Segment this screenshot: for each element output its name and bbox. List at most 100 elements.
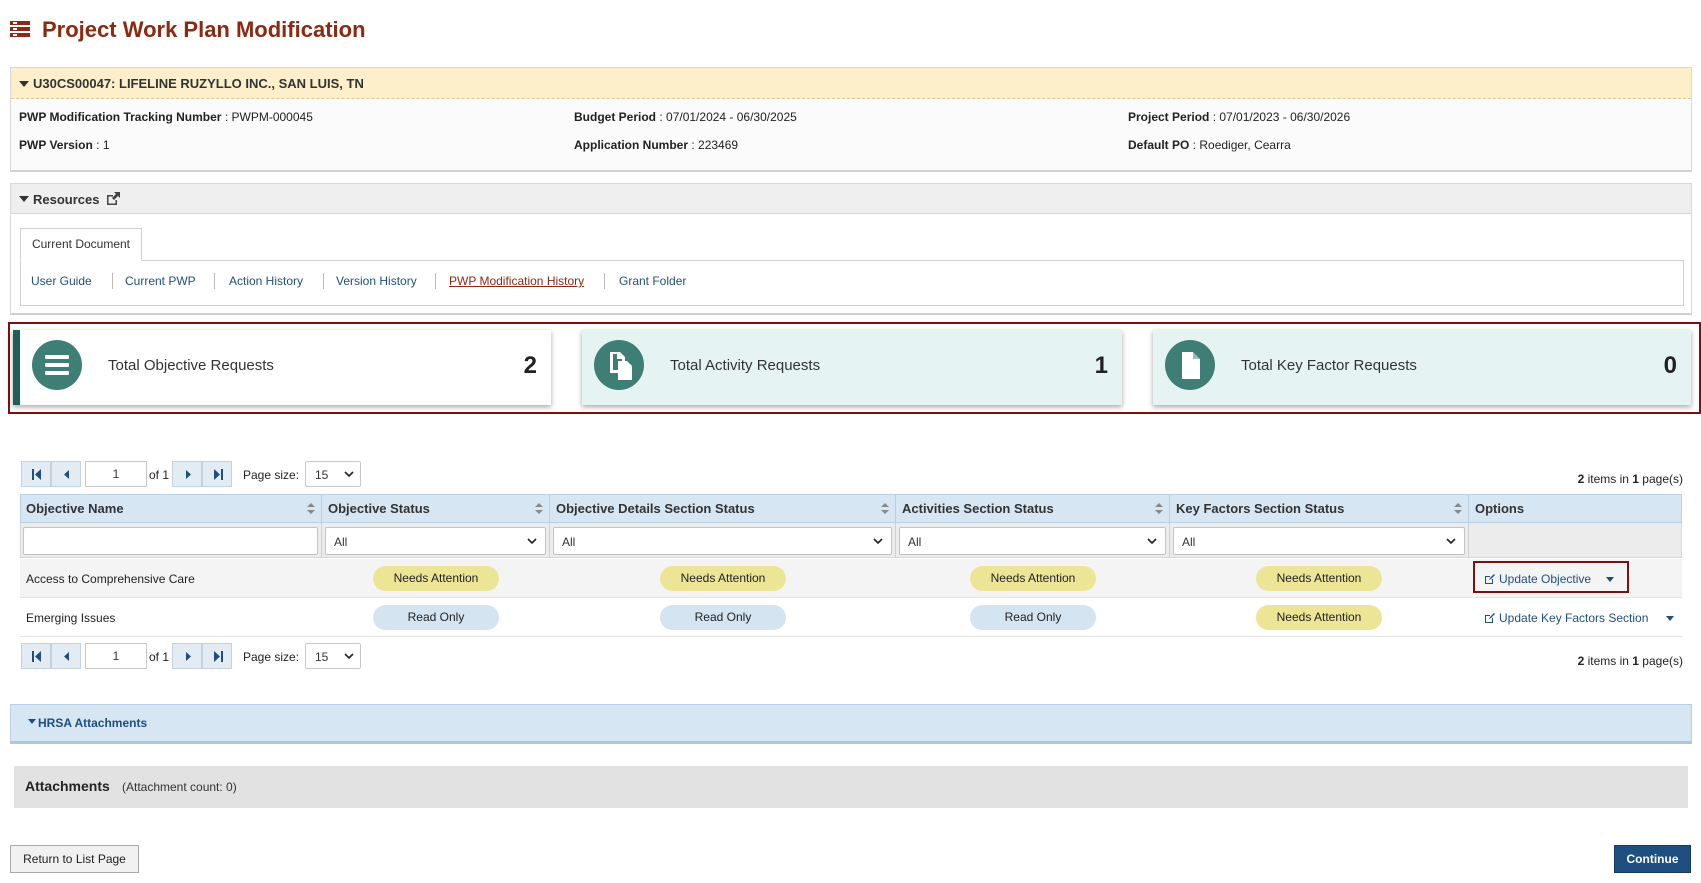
column-label: Objective Name <box>26 501 124 516</box>
page-title: Project Work Plan Modification <box>42 17 366 42</box>
chevron-down-icon <box>873 538 883 545</box>
caret-down-icon[interactable] <box>1606 577 1614 582</box>
field-sep: : <box>1209 110 1220 124</box>
list-icon <box>10 21 30 37</box>
link-divider <box>214 273 215 289</box>
return-to-list-button[interactable]: Return to List Page <box>10 845 139 873</box>
activities-status-filter[interactable]: All <box>899 527 1166 555</box>
column-objective-details-status[interactable]: Objective Details Section Status <box>550 494 896 523</box>
items-summary: 2 items in 1 page(s) <box>1578 472 1683 486</box>
filter-value: All <box>562 535 576 549</box>
card-total-key-factor-requests: Total Key Factor Requests 0 <box>1153 330 1691 405</box>
list-icon <box>32 340 82 390</box>
prev-page-button[interactable] <box>51 461 81 487</box>
card-count: 0 <box>1663 352 1677 379</box>
field-sep: : <box>92 138 103 152</box>
page-size-select[interactable]: 15 <box>305 643 361 669</box>
documents-icon <box>594 340 644 390</box>
field-value: Roediger, Cearra <box>1199 138 1291 152</box>
pages-count: 1 <box>1632 472 1639 486</box>
tab-current-document[interactable]: Current Document <box>20 228 142 261</box>
items-text: page(s) <box>1638 472 1683 486</box>
page-size-value: 15 <box>315 468 329 482</box>
prev-page-button[interactable] <box>51 643 81 669</box>
field-sep: : <box>656 110 667 124</box>
link-current-pwp[interactable]: Current PWP <box>125 274 196 288</box>
objective-status-filter[interactable]: All <box>325 527 546 555</box>
continue-button[interactable]: Continue <box>1614 845 1691 873</box>
sort-icon <box>881 503 889 514</box>
link-divider <box>323 273 324 289</box>
key-factors-status-filter[interactable]: All <box>1173 527 1465 555</box>
next-page-button[interactable] <box>172 461 202 487</box>
external-link-icon[interactable] <box>105 191 121 207</box>
grant-info-panel: U30CS00047: LIFELINE RUZYLLO INC., SAN L… <box>10 67 1692 172</box>
page-number-input[interactable]: 1 <box>85 461 147 487</box>
field-label: PWP Version <box>19 138 93 152</box>
field-pwp-version: PWP Version : 1 <box>19 138 110 152</box>
field-sep: : <box>1189 138 1200 152</box>
field-default-po: Default PO : Roediger, Cearra <box>1128 138 1291 152</box>
page-number-input[interactable]: 1 <box>85 643 147 669</box>
card-label: Total Objective Requests <box>108 357 274 374</box>
column-objective-name[interactable]: Objective Name <box>20 494 322 523</box>
grant-header[interactable]: U30CS00047: LIFELINE RUZYLLO INC., SAN L… <box>11 68 1691 99</box>
link-pwp-modification-history[interactable]: PWP Modification History <box>449 274 584 288</box>
column-label: Key Factors Section Status <box>1176 501 1345 516</box>
caret-down-icon[interactable] <box>1666 616 1674 621</box>
page-size-label: Page size: <box>243 650 300 664</box>
update-objective-button[interactable]: Update Objective <box>1484 572 1614 588</box>
last-page-button[interactable] <box>202 461 232 487</box>
filter-cell: All <box>1170 523 1469 558</box>
column-label: Activities Section Status <box>902 501 1054 516</box>
link-action-history[interactable]: Action History <box>229 274 303 288</box>
page-size-select[interactable]: 15 <box>305 461 361 487</box>
field-value: 07/01/2023 - 06/30/2026 <box>1219 110 1351 124</box>
pages-count: 1 <box>1632 654 1639 668</box>
first-page-button[interactable] <box>21 643 51 669</box>
column-activities-status[interactable]: Activities Section Status <box>896 494 1170 523</box>
column-label: Objective Details Section Status <box>556 501 755 516</box>
resources-header[interactable]: Resources <box>11 184 1691 214</box>
edit-icon <box>1485 613 1495 623</box>
last-page-button[interactable] <box>202 643 232 669</box>
field-sep: : <box>688 138 699 152</box>
filter-cell <box>20 523 322 558</box>
status-badge: Read Only <box>660 605 786 630</box>
column-key-factors-status[interactable]: Key Factors Section Status <box>1170 494 1469 523</box>
field-tracking-number: PWP Modification Tracking Number : PWPM-… <box>19 110 313 124</box>
status-badge: Needs Attention <box>1256 566 1382 591</box>
link-divider <box>604 273 605 289</box>
column-objective-status[interactable]: Objective Status <box>322 494 550 523</box>
field-value: PWPM-000045 <box>231 110 313 124</box>
attachments-title: Attachments <box>25 778 110 794</box>
attachments-bar: Attachments (Attachment count: 0) <box>14 766 1688 808</box>
field-value: 223469 <box>698 138 739 152</box>
hrsa-attachments-header[interactable]: HRSA Attachments <box>10 704 1692 744</box>
caret-down-icon <box>19 81 29 87</box>
field-label: PWP Modification Tracking Number <box>19 110 222 124</box>
field-label: Project Period <box>1128 110 1210 124</box>
field-label: Application Number <box>574 138 689 152</box>
status-badge: Read Only <box>373 605 499 630</box>
next-page-button[interactable] <box>172 643 202 669</box>
grant-header-title: U30CS00047: LIFELINE RUZYLLO INC., SAN L… <box>33 76 364 91</box>
chevron-down-icon <box>344 471 354 478</box>
hrsa-attachments-title: HRSA Attachments <box>38 716 148 730</box>
link-grant-folder[interactable]: Grant Folder <box>619 274 686 288</box>
caret-down-icon <box>19 196 29 202</box>
link-divider <box>435 273 436 289</box>
filter-value: All <box>334 535 348 549</box>
filter-value: All <box>1182 535 1196 549</box>
field-value: 1 <box>102 138 110 152</box>
link-version-history[interactable]: Version History <box>336 274 417 288</box>
first-page-button[interactable] <box>21 461 51 487</box>
resources-panel: Resources Current Document User Guide Cu… <box>10 183 1692 315</box>
link-user-guide[interactable]: User Guide <box>31 274 92 288</box>
card-label: Total Key Factor Requests <box>1241 357 1417 374</box>
objective-name-filter-input[interactable] <box>23 527 318 555</box>
caret-down-icon <box>28 719 36 724</box>
objective-details-status-filter[interactable]: All <box>553 527 892 555</box>
update-key-factors-button[interactable]: Update Key Factors Section <box>1484 611 1674 627</box>
page-size-value: 15 <box>315 650 329 664</box>
